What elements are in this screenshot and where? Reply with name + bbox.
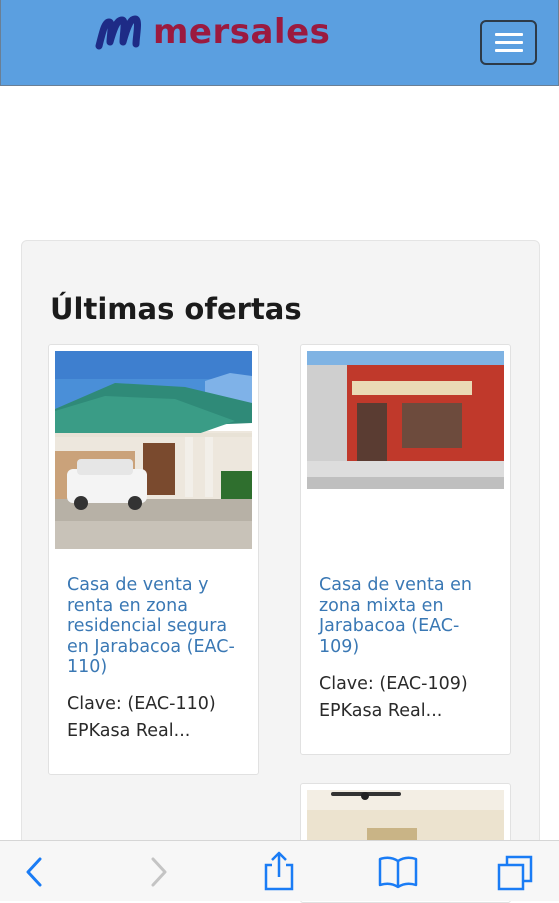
offer-card[interactable]: Casa de venta en zona mixta en Jarabacoa…: [300, 344, 511, 755]
offer-title-link[interactable]: Casa de venta y renta en zona residencia…: [67, 575, 245, 678]
share-icon[interactable]: [262, 851, 296, 891]
offer-agency: EPKasa Real...: [319, 701, 443, 721]
offer-card[interactable]: Casa de venta y renta en zona residencia…: [48, 344, 259, 775]
hamburger-line: [494, 41, 523, 44]
section-title: Últimas ofertas: [50, 292, 302, 326]
tabs-icon[interactable]: [497, 855, 535, 891]
offer-clave: Clave: (EAC-110): [67, 694, 216, 714]
back-icon[interactable]: [24, 855, 46, 889]
hamburger-line: [494, 49, 523, 52]
site-header: mersales: [0, 0, 559, 86]
hamburger-menu-button[interactable]: [480, 20, 537, 65]
logo-mark-icon: [95, 15, 142, 50]
offer-agency: EPKasa Real...: [67, 721, 191, 741]
browser-toolbar: [0, 840, 559, 901]
site-logo[interactable]: mersales: [95, 12, 330, 52]
offer-image[interactable]: [307, 351, 504, 489]
forward-icon[interactable]: [147, 855, 169, 889]
bookmarks-icon[interactable]: [378, 855, 418, 889]
offer-clave: Clave: (EAC-109): [319, 674, 468, 694]
offer-image[interactable]: [55, 351, 252, 549]
offer-title-link[interactable]: Casa de venta en zona mixta en Jarabacoa…: [319, 575, 497, 657]
hamburger-line: [494, 33, 523, 36]
logo-text: mersales: [153, 12, 331, 52]
